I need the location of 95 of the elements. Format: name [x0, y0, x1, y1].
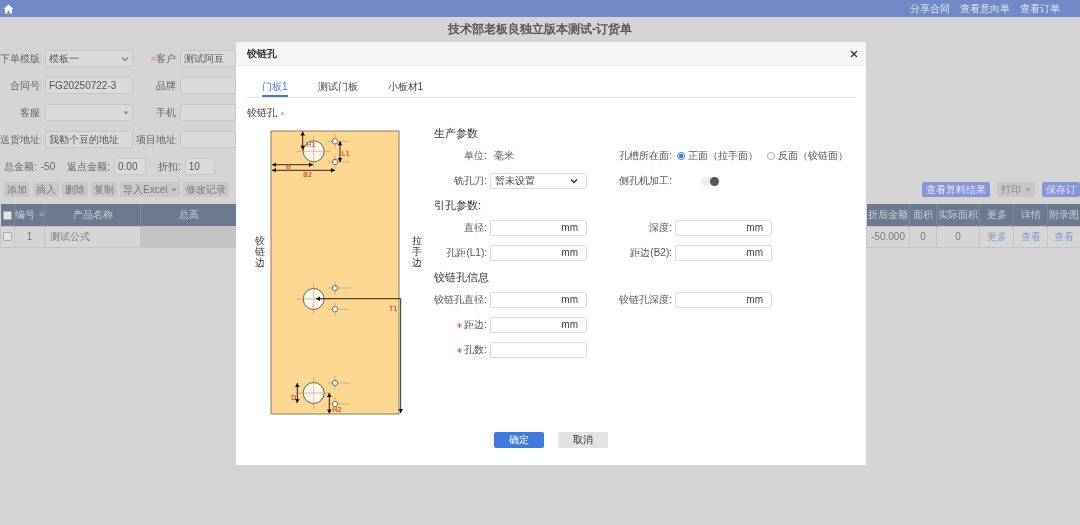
input-field[interactable]: mm [675, 292, 772, 308]
home-icon [3, 3, 14, 14]
toolbar-button[interactable]: 插入 [33, 182, 59, 197]
field-label: 合同号 [10, 79, 40, 92]
table-cell: 0 [936, 226, 980, 247]
clear-icon [280, 110, 285, 116]
cancel-button[interactable]: 取消 [558, 432, 608, 448]
dialog-title: 铰链孔 [247, 47, 277, 60]
table-cell: 测试公式 [44, 226, 141, 247]
toggle-switch[interactable] [701, 176, 719, 186]
column-header: 面积 [909, 204, 937, 226]
field-label: 客户 [156, 52, 176, 65]
nav-link[interactable]: 查看意向单 [960, 2, 1010, 15]
field-label: 返点金额: [67, 160, 110, 173]
field-label: 侧孔机加工: [619, 175, 672, 187]
input-field[interactable]: 测试阿豆 [180, 50, 236, 67]
select-field[interactable]: 暂未设置 [490, 173, 587, 189]
input-field[interactable] [180, 104, 236, 121]
table-cell: 0 [909, 226, 937, 247]
section-heading: 铰链孔信息 [434, 271, 490, 283]
dimension-arrow [337, 140, 343, 163]
nav-link[interactable]: 分享合同 [910, 2, 950, 15]
input-field[interactable]: FG20250722-3 [45, 77, 133, 94]
input-field[interactable]: mm [490, 220, 587, 236]
section-heading: 引孔参数: [434, 199, 483, 211]
field-label: 距边: [464, 319, 487, 331]
close-icon [850, 49, 858, 58]
field-label: 客服 [20, 106, 40, 119]
field-label: 孔数: [464, 344, 487, 356]
field-value: 毫米 [494, 150, 514, 162]
section-label: 铰链孔 [247, 107, 277, 119]
field-label: 铰链孔深度: [619, 294, 672, 306]
tab[interactable]: 小板材1 [387, 78, 424, 97]
table-cell: -50.000 [866, 226, 910, 247]
field-label: 送货地址 [0, 133, 40, 146]
tab[interactable]: 测试门板 [317, 78, 358, 97]
input-field[interactable] [180, 131, 236, 148]
amount-value: -50 [40, 160, 56, 173]
field-label: 项目地址 [136, 133, 176, 146]
field-label: 距边(B2): [630, 247, 672, 259]
checkbox[interactable] [2, 210, 12, 220]
input-field[interactable]: mm [675, 220, 772, 236]
radio-label: 正面（拉手面） [688, 150, 758, 162]
field-label: 单位: [464, 150, 487, 162]
table-cell: 1 [14, 226, 45, 247]
field-label: 折扣: [158, 160, 181, 173]
hinge-drawing [296, 375, 351, 412]
select-field[interactable]: 模板一 [45, 50, 133, 67]
radio-button[interactable] [677, 152, 685, 160]
close-button[interactable] [850, 49, 858, 58]
confirm-button[interactable]: 确定 [494, 432, 544, 448]
field-label: 铰链孔直径: [434, 294, 487, 306]
input-field[interactable] [180, 77, 236, 94]
field-label: 下单模版 [0, 52, 40, 65]
hinge-drawing [296, 280, 351, 317]
hinge-drawing [296, 133, 351, 170]
column-header: 实际面积 [936, 204, 980, 226]
side-label: 铰链边 [255, 235, 265, 270]
input-field[interactable]: 10 [184, 158, 215, 175]
tab[interactable]: 门板1 [262, 78, 288, 97]
field-label: 孔槽所在面: [619, 150, 672, 162]
dimension-arrow [295, 382, 300, 404]
column-header: 附录图 [1047, 204, 1080, 226]
field-label: 铣孔刀: [454, 175, 487, 187]
page-title: 技术部老板良独立版本测试-订货单 [448, 22, 632, 37]
nav-link[interactable]: 查看订单 [1020, 2, 1060, 15]
radio-label: 反面（铰链面） [778, 150, 848, 162]
field-label: 深度: [649, 222, 672, 234]
input-field[interactable]: mm [675, 245, 772, 261]
chevron-icon [121, 55, 129, 62]
field-label: 直径: [464, 222, 487, 234]
column-header: 产品名称 [72, 208, 113, 221]
caret-icon [123, 110, 129, 115]
column-header: 折后金额 [866, 204, 910, 226]
field-label: 孔距(L1): [446, 247, 487, 259]
field-label: 总金额: [4, 160, 37, 173]
input-field[interactable] [490, 342, 587, 358]
field-label: 品牌 [156, 79, 176, 92]
input-field[interactable]: mm [490, 292, 587, 308]
side-label: 拉手边 [412, 235, 422, 270]
column-header: 详情 [1013, 204, 1048, 226]
input-field[interactable]: mm [490, 245, 587, 261]
checkbox[interactable] [3, 232, 12, 242]
input-field[interactable]: 0.00 [114, 158, 146, 175]
select-field[interactable] [45, 104, 133, 121]
field-label: 手机 [156, 106, 176, 119]
section-heading: 生产参数 [434, 127, 479, 139]
radio-button[interactable] [767, 152, 775, 160]
dimension-arrow [300, 131, 305, 151]
column-header: 编号 [15, 208, 35, 221]
column-header: 总高 [178, 208, 199, 221]
input-field[interactable]: 我勒个豆的地址 [45, 131, 133, 148]
chevron-icon [570, 178, 578, 184]
column-header: 更多 [979, 204, 1014, 226]
input-field[interactable]: mm [490, 317, 587, 333]
